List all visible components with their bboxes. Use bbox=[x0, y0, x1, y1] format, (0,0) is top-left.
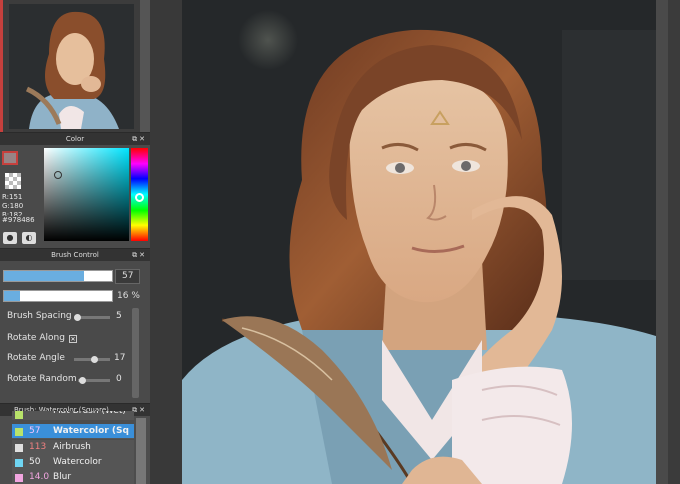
navigator-view-indicator bbox=[0, 0, 3, 132]
navigator-panel[interactable] bbox=[0, 0, 150, 132]
navigator-thumbnail[interactable] bbox=[9, 4, 134, 129]
brush-name: Flat Brush (Wet) bbox=[53, 411, 126, 416]
navigator-thumbnail-image bbox=[9, 4, 134, 129]
left-panel-column: Color ⧉✕ R:151 G:180 B:182 #978486 ● ◐ B… bbox=[0, 0, 150, 484]
brush-opacity-value: 16 % bbox=[117, 291, 140, 301]
color-panel: Color ⧉✕ R:151 G:180 B:182 #978486 ● ◐ bbox=[0, 132, 150, 248]
brush-list-item[interactable]: Flat Brush (Wet) bbox=[12, 411, 134, 420]
foreground-color-swatch[interactable] bbox=[2, 151, 18, 165]
brush-color-swatch bbox=[15, 411, 23, 419]
brush-name: Blur bbox=[53, 472, 72, 482]
palette-icon[interactable]: ● bbox=[3, 232, 17, 244]
color-panel-header: Color ⧉✕ bbox=[0, 132, 150, 145]
canvas-area bbox=[150, 0, 668, 484]
brush-list-item[interactable]: 50 Watercolor bbox=[12, 455, 134, 470]
panel-window-controls[interactable]: ⧉✕ bbox=[132, 249, 147, 262]
brush-list-scrollbar[interactable] bbox=[136, 418, 146, 484]
brush-list-item[interactable]: 113 Airbrush bbox=[12, 440, 134, 455]
rotate-angle-knob[interactable] bbox=[91, 356, 98, 363]
rotate-angle-label: Rotate Angle bbox=[7, 353, 65, 363]
brush-name: Watercolor bbox=[53, 457, 102, 467]
drawing-canvas[interactable] bbox=[182, 0, 668, 484]
brush-spacing-value: 5 bbox=[116, 311, 122, 321]
brush-control-title: Brush Control bbox=[51, 251, 99, 259]
brush-size-fill bbox=[4, 271, 84, 281]
brush-opacity-fill bbox=[4, 291, 21, 301]
brush-name: Watercolor (Sq bbox=[53, 426, 129, 436]
brush-size: 113 bbox=[29, 442, 47, 452]
rgb-g-value: G:180 bbox=[2, 202, 24, 210]
brush-size-slider[interactable] bbox=[3, 270, 113, 282]
brush-color-swatch bbox=[15, 444, 23, 452]
rotate-along-checkbox[interactable]: ✕ bbox=[69, 335, 77, 343]
brush-color-swatch bbox=[15, 428, 23, 436]
rotate-random-knob[interactable] bbox=[79, 377, 86, 384]
brush-control-scrollbar[interactable] bbox=[132, 308, 139, 398]
brush-list-item[interactable]: 14.0 Blur bbox=[12, 470, 134, 484]
artwork-image bbox=[182, 0, 668, 484]
canvas-right-scrollbar[interactable] bbox=[656, 0, 668, 484]
navigator-scrollbar[interactable] bbox=[140, 0, 150, 132]
hue-slider[interactable] bbox=[131, 148, 148, 241]
brush-size: 57 bbox=[29, 426, 41, 436]
saturation-value-picker[interactable] bbox=[44, 148, 129, 241]
rotate-random-label: Rotate Random bbox=[7, 374, 77, 384]
hex-value: #978486 bbox=[2, 216, 35, 224]
paint-app-window: Color ⧉✕ R:151 G:180 B:182 #978486 ● ◐ B… bbox=[0, 0, 680, 484]
color-wheel-icon[interactable]: ◐ bbox=[22, 232, 36, 244]
brush-spacing-slider[interactable] bbox=[74, 314, 110, 321]
panel-window-controls[interactable]: ⧉✕ bbox=[132, 404, 147, 417]
brush-list-item-selected[interactable]: 57 Watercolor (Sq bbox=[12, 424, 134, 439]
brush-color-swatch bbox=[15, 459, 23, 467]
brush-name: Airbrush bbox=[53, 442, 91, 452]
rotate-random-slider[interactable] bbox=[78, 377, 110, 384]
background-color-swatch[interactable] bbox=[5, 173, 21, 189]
brush-spacing-label: Brush Spacing bbox=[7, 311, 72, 321]
brush-size: 50 bbox=[29, 457, 41, 467]
color-values: R:151 G:180 B:182 #978486 bbox=[2, 193, 35, 225]
rotate-random-value: 0 bbox=[116, 374, 122, 384]
brush-control-panel: Brush Control ⧉✕ 57 16 % Brush Spacing 5… bbox=[0, 248, 150, 403]
brush-size-value: 57 bbox=[122, 271, 134, 281]
brush-control-header: Brush Control ⧉✕ bbox=[0, 248, 150, 261]
hue-slider-knob[interactable] bbox=[135, 193, 144, 202]
brush-spacing-knob[interactable] bbox=[74, 314, 81, 321]
brush-opacity-slider[interactable] bbox=[3, 290, 113, 302]
brush-size: 14.0 bbox=[29, 472, 50, 482]
panel-window-controls[interactable]: ⧉✕ bbox=[132, 133, 147, 146]
color-picker-cursor[interactable] bbox=[54, 171, 62, 179]
color-panel-title: Color bbox=[65, 135, 85, 143]
rotate-angle-value: 17 bbox=[114, 353, 126, 363]
brush-size-box[interactable]: 57 bbox=[115, 269, 140, 284]
brush-color-swatch bbox=[15, 474, 23, 482]
rotate-angle-slider[interactable] bbox=[74, 356, 110, 363]
rgb-r-value: R:151 bbox=[2, 193, 23, 201]
rotate-along-label: Rotate Along bbox=[7, 333, 65, 343]
